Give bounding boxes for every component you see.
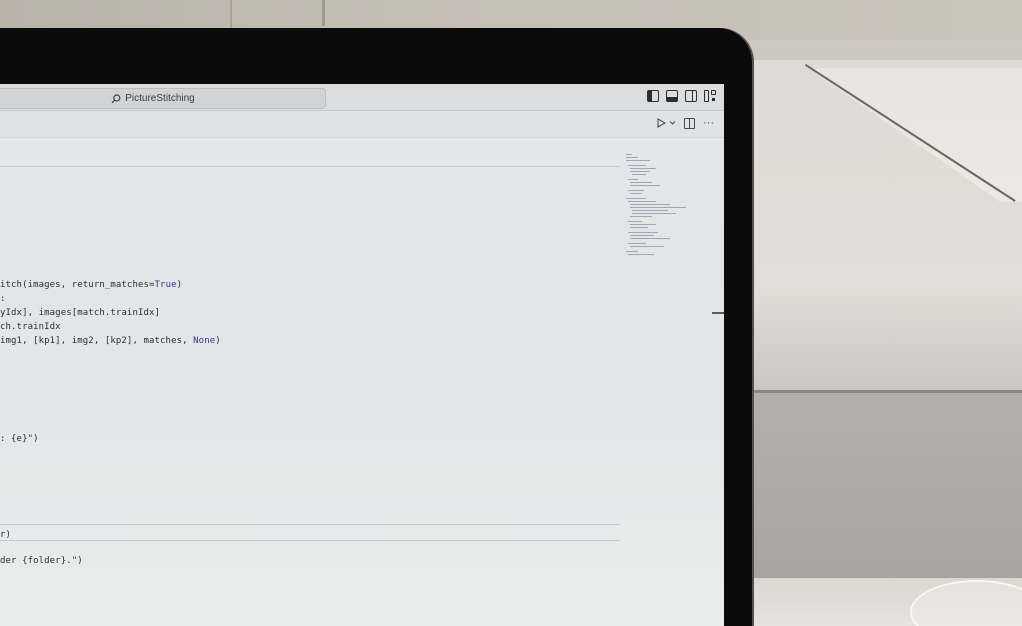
customize-layout-icon[interactable] [704,90,716,102]
minimap-line [630,227,648,229]
minimap-line [628,165,646,167]
editor-toolbar: ··· [0,111,724,138]
minimap-line [630,238,670,240]
laptop-screen: PictureStitching ··· itch(images, return… [0,84,724,626]
minimap-line [630,168,656,170]
minimap-line [626,154,632,156]
minimap-line [626,251,638,253]
search-icon [111,93,121,103]
minimap-line [628,232,658,234]
code-line: : {e}") [0,434,39,444]
toggle-primary-sidebar-icon[interactable] [647,90,659,102]
minimap-line [632,213,676,215]
minimap-line [630,224,656,226]
minimap-line [630,204,670,206]
editor-actions: ··· [657,117,714,129]
toggle-secondary-sidebar-icon[interactable] [685,90,697,102]
desk-shadow-edge [750,390,1022,393]
minimap-line [628,254,654,256]
background-wall-edge [322,0,325,26]
layout-controls [647,90,716,102]
scrollbar-indicator[interactable] [712,312,724,314]
split-editor-icon[interactable] [684,117,695,129]
code-line: yIdx], images[match.trainIdx] [0,308,161,318]
minimap-line [628,190,644,192]
minimap-line [626,160,650,162]
cell-divider [0,524,620,525]
minimap-line [630,185,660,187]
more-actions-button[interactable]: ··· [703,117,714,129]
minimap-line [628,221,642,223]
toggle-panel-icon[interactable] [666,90,678,102]
code-editor[interactable]: itch(images, return_matches=True) : yIdx… [0,138,620,626]
minimap-line [628,201,656,203]
minimap-line [630,235,654,237]
code-line: ch.trainIdx [0,322,61,332]
play-icon[interactable] [657,118,666,128]
minimap-line [630,182,652,184]
code-line: itch(images, return_matches=True) [0,280,183,290]
minimap-line [632,210,668,212]
background-wall-edge [230,0,232,28]
minimap-line [630,193,642,195]
minimap-line [630,216,652,218]
title-bar: PictureStitching [0,84,724,111]
minimap-line [632,174,646,176]
minimap-line [628,179,638,181]
minimap-line [630,207,686,209]
desk-shadow [750,390,1022,580]
minimap-line [628,243,646,245]
command-center-search[interactable]: PictureStitching [0,88,326,109]
code-line: der {folder}.") [0,556,83,566]
minimap[interactable] [624,152,694,262]
sticky-scroll-divider [0,166,620,167]
search-label: PictureStitching [125,93,195,104]
chevron-down-icon[interactable] [669,120,676,126]
minimap-line [626,157,638,159]
minimap-line [630,171,650,173]
code-line: : [0,294,6,304]
code-line: img1, [kp1], img2, [kp2], matches, None) [0,336,221,346]
minimap-line [626,198,646,200]
minimap-line [630,246,664,248]
code-line: r) [0,530,12,540]
cell-divider [0,540,620,541]
